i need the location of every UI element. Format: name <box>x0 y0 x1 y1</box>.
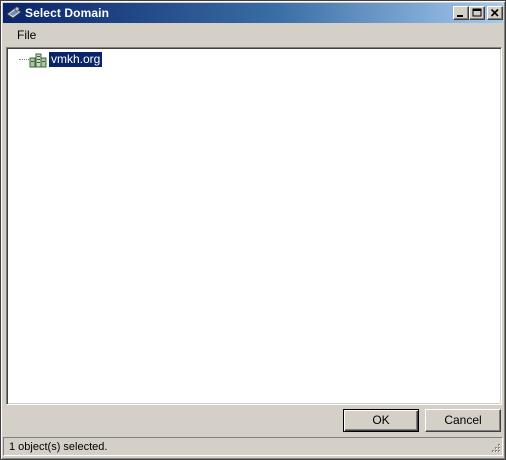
cancel-button[interactable]: Cancel <box>425 409 501 432</box>
domain-tree[interactable]: vmkh.org <box>6 47 502 405</box>
minimize-icon <box>457 15 463 17</box>
minimize-button[interactable] <box>453 6 469 20</box>
window-title: Select Domain <box>25 6 109 20</box>
resize-grip-icon[interactable] <box>489 443 501 455</box>
maximize-button[interactable] <box>469 6 485 20</box>
status-bar: 1 object(s) selected. <box>3 436 503 457</box>
title-bar[interactable]: Select Domain <box>3 3 503 23</box>
close-button[interactable] <box>487 6 503 20</box>
status-text: 1 object(s) selected. <box>3 437 503 456</box>
menu-item-file[interactable]: File <box>9 25 44 45</box>
tree-node-label[interactable]: vmkh.org <box>49 52 103 67</box>
select-domain-app-icon <box>6 5 22 21</box>
maximize-icon <box>472 8 482 17</box>
close-icon <box>490 8 499 17</box>
ok-button[interactable]: OK <box>343 409 419 432</box>
select-domain-window: Select Domain File vmkh.org OK Cancel 1 … <box>0 0 506 460</box>
domain-icon <box>29 51 47 69</box>
menu-bar: File <box>3 24 503 46</box>
